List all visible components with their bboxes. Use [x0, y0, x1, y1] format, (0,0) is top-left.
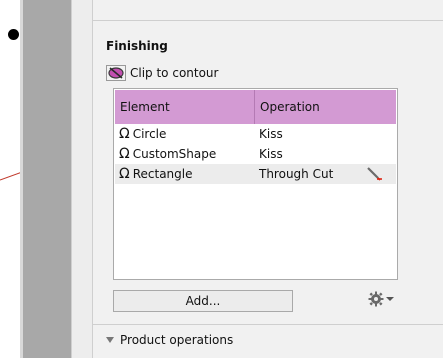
- caret-down-icon: [386, 297, 394, 301]
- table-row[interactable]: Ω Rectangle Through Cut: [115, 164, 396, 184]
- triangle-down-icon: [106, 337, 114, 343]
- product-operations-label: Product operations: [120, 333, 234, 347]
- panel-divider[interactable]: [71, 0, 93, 358]
- table-row[interactable]: Ω CustomShape Kiss: [115, 144, 396, 164]
- panel-separator: [93, 20, 443, 21]
- element-name: Circle: [132, 127, 167, 141]
- finishing-panel: Finishing Clip to contour Element Operat…: [93, 0, 443, 358]
- clip-to-contour-toggle[interactable]: Clip to contour: [106, 64, 218, 82]
- operation-name: Kiss: [259, 127, 283, 141]
- table-body: Ω Circle Kiss Ω CustomShape Kiss Ω Recta…: [115, 124, 396, 184]
- operation-name: Through Cut: [259, 167, 334, 181]
- options-menu-button[interactable]: [368, 291, 394, 307]
- element-cell: Ω Circle: [115, 126, 255, 142]
- canvas-point: [8, 29, 19, 40]
- table-header: Element Operation: [115, 90, 396, 124]
- add-button[interactable]: Add...: [113, 290, 293, 312]
- knife-icon[interactable]: [364, 166, 384, 182]
- pasteboard-gutter: [23, 0, 71, 358]
- clip-to-contour-label: Clip to contour: [130, 66, 219, 80]
- element-name: Rectangle: [132, 167, 193, 181]
- element-cell: Ω CustomShape: [115, 146, 255, 162]
- clip-contour-icon[interactable]: [106, 65, 126, 81]
- omega-icon: Ω: [119, 126, 130, 142]
- column-header-operation[interactable]: Operation: [255, 90, 396, 124]
- element-cell: Ω Rectangle: [115, 166, 255, 182]
- element-name: CustomShape: [132, 147, 217, 161]
- product-operations-toggle[interactable]: Product operations: [106, 333, 233, 347]
- section-title: Finishing: [106, 39, 168, 53]
- operation-cell[interactable]: Through Cut: [255, 166, 396, 182]
- footer-separator: [93, 324, 443, 325]
- omega-icon: Ω: [119, 166, 130, 182]
- column-header-element[interactable]: Element: [115, 90, 255, 124]
- operation-name: Kiss: [259, 147, 283, 161]
- operation-cell[interactable]: Kiss: [255, 127, 396, 141]
- table-row[interactable]: Ω Circle Kiss: [115, 124, 396, 144]
- gear-icon: [368, 291, 384, 307]
- finishing-table[interactable]: Element Operation Ω Circle Kiss Ω Custom…: [113, 88, 398, 280]
- omega-icon: Ω: [119, 146, 130, 162]
- operation-cell[interactable]: Kiss: [255, 147, 396, 161]
